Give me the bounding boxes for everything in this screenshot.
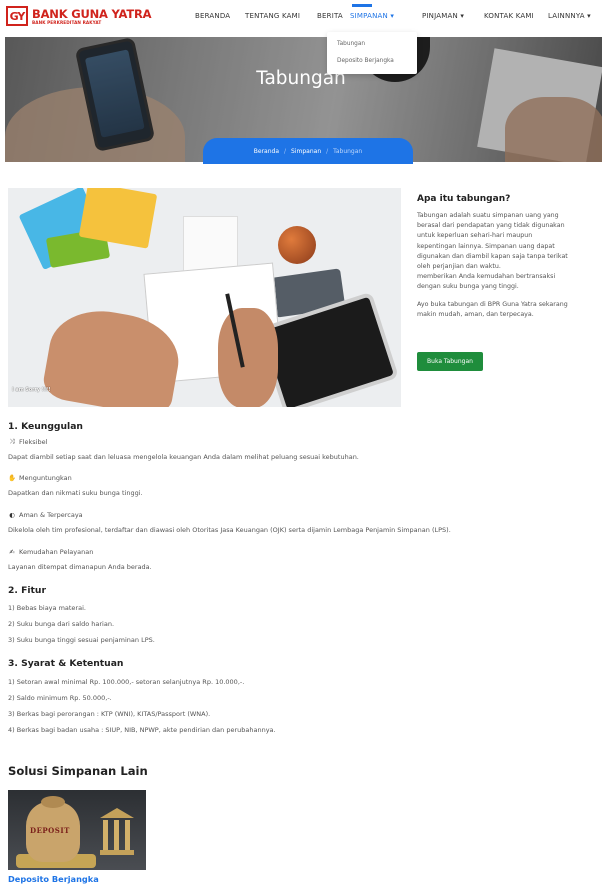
intro-line: oleh perjanjian dan waktu. [417, 263, 501, 271]
brand-name: BANK GUNA YATRA [32, 6, 152, 21]
photo-caption: I am Sorry !!!! [12, 388, 51, 393]
list-item: 2) Saldo minimum Rp. 50.000,-. [8, 694, 112, 702]
intro-line: dengan suku bunga yang tinggi. [417, 283, 519, 291]
hand-coin-icon: ✋ [8, 474, 17, 482]
deposito-card-image[interactable]: DEPOSIT [8, 790, 146, 870]
feature-title: ✋ Menguntungkan [8, 474, 72, 482]
other-savings-title: Solusi Simpanan Lain [8, 764, 148, 778]
nav-berita[interactable]: BERITA [317, 12, 343, 20]
handshake-icon: ✍ [9, 548, 15, 556]
intro-paragraph: Tabungan adalah suatu simpanan uang yang… [417, 211, 602, 293]
intro-line: Tabungan adalah suatu simpanan uang yang [417, 212, 559, 219]
breadcrumb-separator: / [326, 147, 329, 155]
feature-title-text: Fleksibel [19, 437, 48, 446]
breadcrumb-separator: / [284, 147, 287, 155]
list-item: 3) Berkas bagi perorangan : KTP (WNI), K… [8, 710, 211, 718]
nav-beranda[interactable]: BERANDA [195, 12, 230, 20]
list-item: 2) Suku bunga dari saldo harian. [8, 620, 115, 628]
feature-title-text: Menguntungkan [19, 474, 72, 482]
list-item: 4) Berkas bagi badan usaha : SIUP, NIB, … [8, 726, 276, 734]
simpanan-dropdown: Tabungan Deposito Berjangka [327, 32, 417, 74]
nav-kontak-kami[interactable]: KONTAK KAMI [484, 12, 534, 20]
feature-desc: Dapat diambil setiap saat dan leluasa me… [8, 453, 359, 461]
nav-active-indicator [352, 4, 372, 7]
hero-paper-image [477, 48, 602, 162]
breadcrumb: Beranda / Simpanan / Tabungan [203, 138, 413, 164]
intro-line: memberikan Anda kemudahan bertransaksi [417, 273, 556, 281]
feature-desc: Dapatkan dan nikmati suku bunga tinggi. [8, 489, 143, 497]
feature-title-text: Kemudahan Pelayanan [19, 548, 94, 556]
breadcrumb-simpanan[interactable]: Simpanan [291, 148, 321, 155]
feature-desc: Dikelola oleh tim profesional, terdaftar… [8, 526, 451, 534]
nav-simpanan[interactable]: SIMPANAN ▾ [350, 12, 394, 20]
savings-photo: I am Sorry !!!! [8, 188, 401, 407]
intro-line: makin mudah, aman, dan terpecaya. [417, 310, 534, 318]
intro-line: Ayo buka tabungan di BPR Guna Yatra seka… [417, 300, 568, 308]
feature-title: ✍ Kemudahan Pelayanan [8, 548, 93, 556]
nav-tentang-kami[interactable]: TENTANG KAMI [245, 12, 300, 20]
brand-logo[interactable]: GY BANK GUNA YATRA BANK PERKREDITAN RAKY… [6, 6, 152, 26]
deposit-sack-label: DEPOSIT [30, 826, 70, 835]
nav-pinjaman[interactable]: PINJAMAN ▾ [422, 12, 464, 20]
hero-phone-image [74, 37, 156, 153]
dropdown-item-tabungan[interactable]: Tabungan [337, 41, 365, 47]
hero-hand-image-right [505, 97, 602, 162]
bank-building-icon [100, 808, 134, 858]
intro-heading: Apa itu tabungan? [417, 194, 511, 204]
feature-desc: Layanan ditempat dimanapun Anda berada. [8, 563, 152, 571]
hero-hand-image [5, 87, 185, 162]
feature-title-text: Aman & Terpercaya [19, 511, 83, 519]
list-item: 1) Setoran awal minimal Rp. 100.000,- se… [8, 678, 245, 686]
shield-icon: ◐ [9, 511, 15, 519]
dropdown-item-deposito[interactable]: Deposito Berjangka [337, 58, 394, 64]
open-savings-button[interactable]: Buka Tabungan [417, 352, 483, 371]
breadcrumb-beranda[interactable]: Beranda [254, 148, 279, 155]
deposito-link[interactable]: Deposito Berjangka [8, 874, 99, 884]
intro-line: kepentingan lainnya. Simpanan uang dapat [417, 242, 555, 250]
feature-title: ⤨ Fleksibel [8, 437, 47, 446]
shuffle-icon: ⤨ [9, 437, 15, 445]
breadcrumb-current: Tabungan [333, 147, 363, 155]
navbar: GY BANK GUNA YATRA BANK PERKREDITAN RAKY… [0, 0, 602, 36]
section-title-fitur: 2. Fitur [8, 585, 46, 596]
intro-line: untuk keperluan sehari-hari maupun [417, 232, 533, 240]
intro-line: berasal dari pendapatan yang tidak digun… [417, 222, 565, 230]
intro-line: digunakan dan diambil kapan saja tanpa t… [417, 252, 568, 260]
logo-mark: GY [6, 6, 28, 26]
page-title: Tabungan [256, 68, 346, 89]
feature-title: ◐ Aman & Terpercaya [8, 511, 83, 519]
intro-text: Apa itu tabungan? Tabungan adalah suatu … [417, 194, 602, 320]
section-title-syarat: 3. Syarat & Ketentuan [8, 658, 124, 669]
list-item: 3) Suku bunga tinggi sesuai penjaminan L… [8, 636, 155, 644]
nav-lainnya[interactable]: LAINNNYA ▾ [548, 12, 591, 20]
list-item: 1) Bebas biaya materai. [8, 604, 86, 612]
intro-cta-paragraph: Ayo buka tabungan di BPR Guna Yatra seka… [417, 300, 602, 320]
section-title-keunggulan: 1. Keunggulan [8, 421, 83, 432]
logo-text: BANK GUNA YATRA BANK PERKREDITAN RAKYAT [32, 6, 152, 25]
